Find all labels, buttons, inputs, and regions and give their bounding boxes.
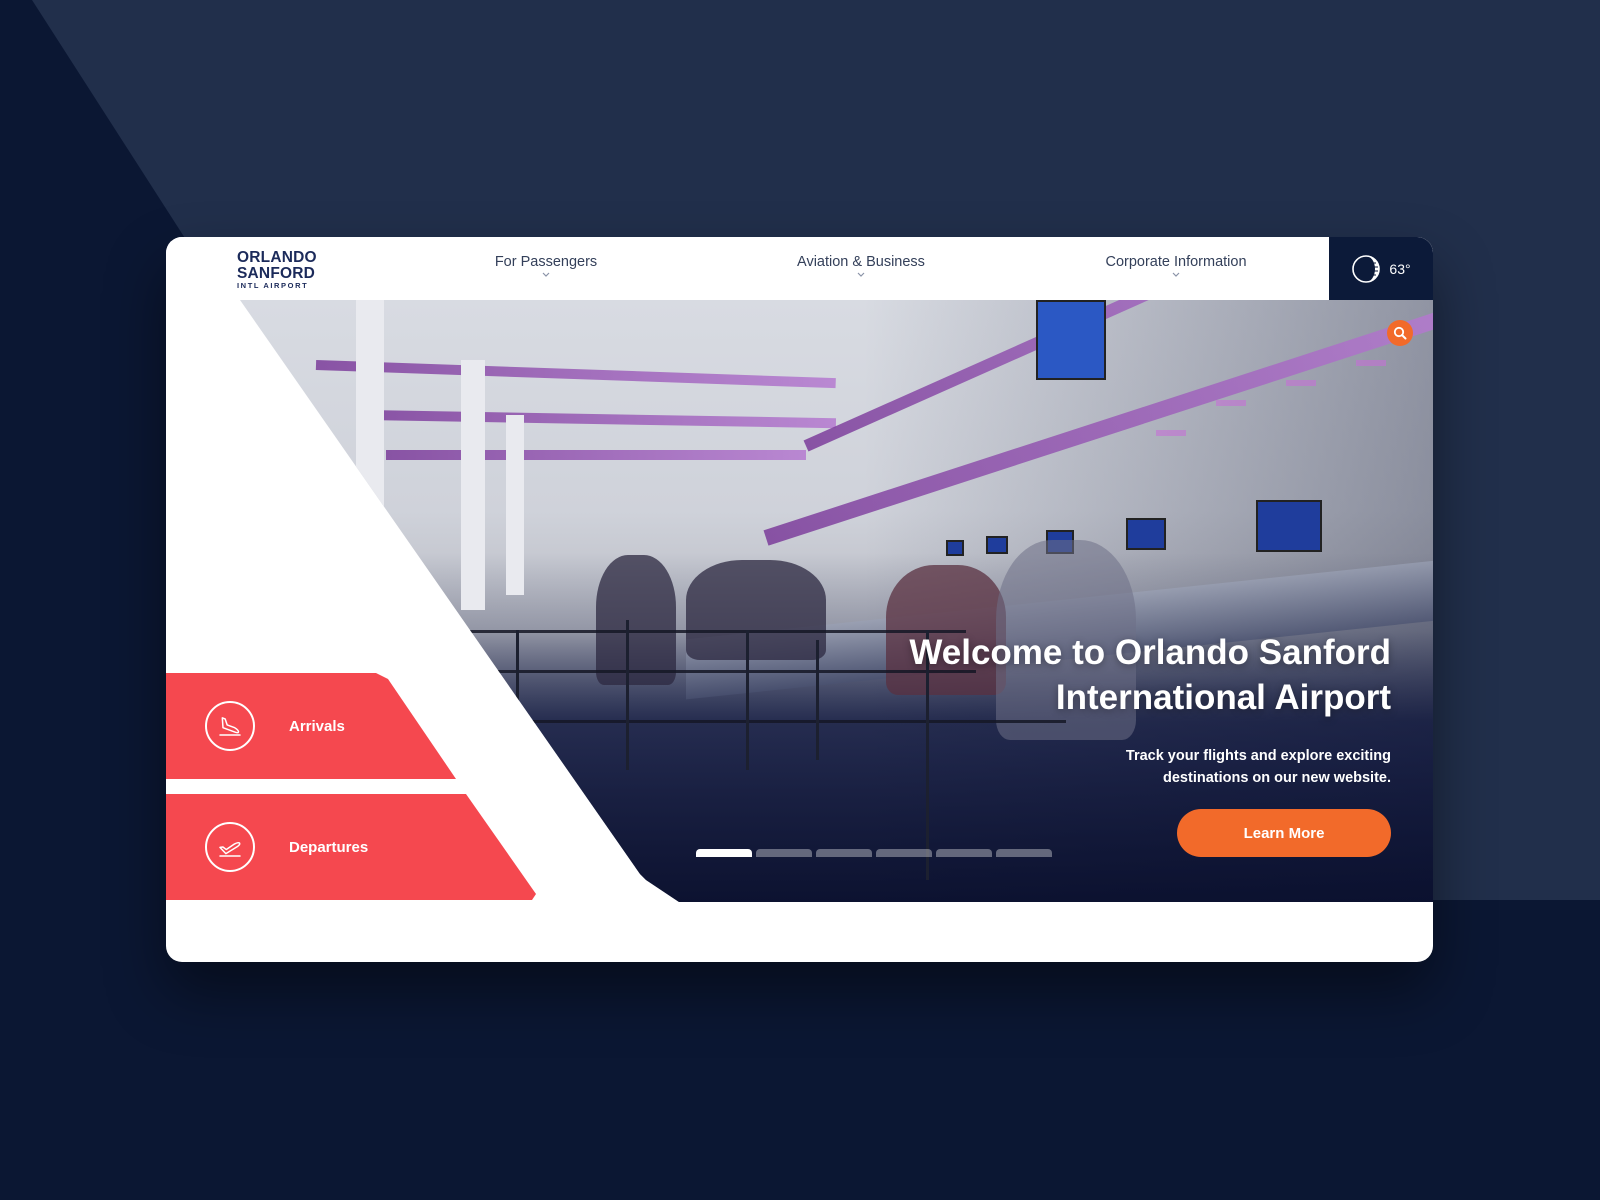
slider-indicators <box>696 849 1052 857</box>
nav-aviation-business[interactable]: Aviation & Business <box>786 254 936 277</box>
slide-indicator[interactable] <box>996 849 1052 857</box>
slide-indicator[interactable] <box>936 849 992 857</box>
logo-line-3: INTL AIRPORT <box>237 281 309 290</box>
nav-corporate-information[interactable]: Corporate Information <box>1086 254 1266 277</box>
arrivals-label: Arrivals <box>289 717 345 735</box>
temperature: 63° <box>1389 260 1411 277</box>
logo-line-1: ORLANDO <box>237 249 317 266</box>
slide-indicator[interactable] <box>696 849 752 857</box>
departures-label: Departures <box>289 838 369 856</box>
slide-indicator[interactable] <box>876 849 932 857</box>
chevron-down-icon <box>857 272 865 277</box>
arrivals-plane-icon <box>205 701 255 751</box>
nav-label: Corporate Information <box>1105 254 1247 270</box>
logo-line-2: SANFORD <box>237 264 316 282</box>
weather-widget[interactable]: 63° <box>1329 237 1433 300</box>
slide-indicator[interactable] <box>756 849 812 857</box>
nav-for-passengers[interactable]: For Passengers <box>481 254 611 277</box>
slide-indicator[interactable] <box>816 849 872 857</box>
chevron-down-icon <box>1172 272 1180 277</box>
departures-tab[interactable]: Departures <box>166 794 536 900</box>
website-mockup-card: ORLANDO SANFORD INTL AIRPORT For Passeng… <box>166 237 1433 962</box>
search-icon <box>1393 326 1407 340</box>
hero-title: Welcome to Orlando Sanford International… <box>909 633 1391 717</box>
chevron-down-icon <box>542 272 550 277</box>
nav-label: For Passengers <box>494 254 598 270</box>
moon-icon <box>1352 254 1381 283</box>
departures-plane-icon <box>205 822 255 872</box>
hero-section: Welcome to Orlando Sanford International… <box>166 300 1433 902</box>
arrivals-tab[interactable]: Arrivals <box>166 673 456 779</box>
site-header: ORLANDO SANFORD INTL AIRPORT For Passeng… <box>166 237 1433 300</box>
search-button[interactable] <box>1387 320 1413 346</box>
hero-subtitle: Track your flights and explore exciting … <box>1125 748 1391 786</box>
nav-label: Aviation & Business <box>797 254 925 270</box>
airport-logo[interactable]: ORLANDO SANFORD INTL AIRPORT <box>237 250 317 290</box>
learn-more-button[interactable]: Learn More <box>1177 809 1391 857</box>
